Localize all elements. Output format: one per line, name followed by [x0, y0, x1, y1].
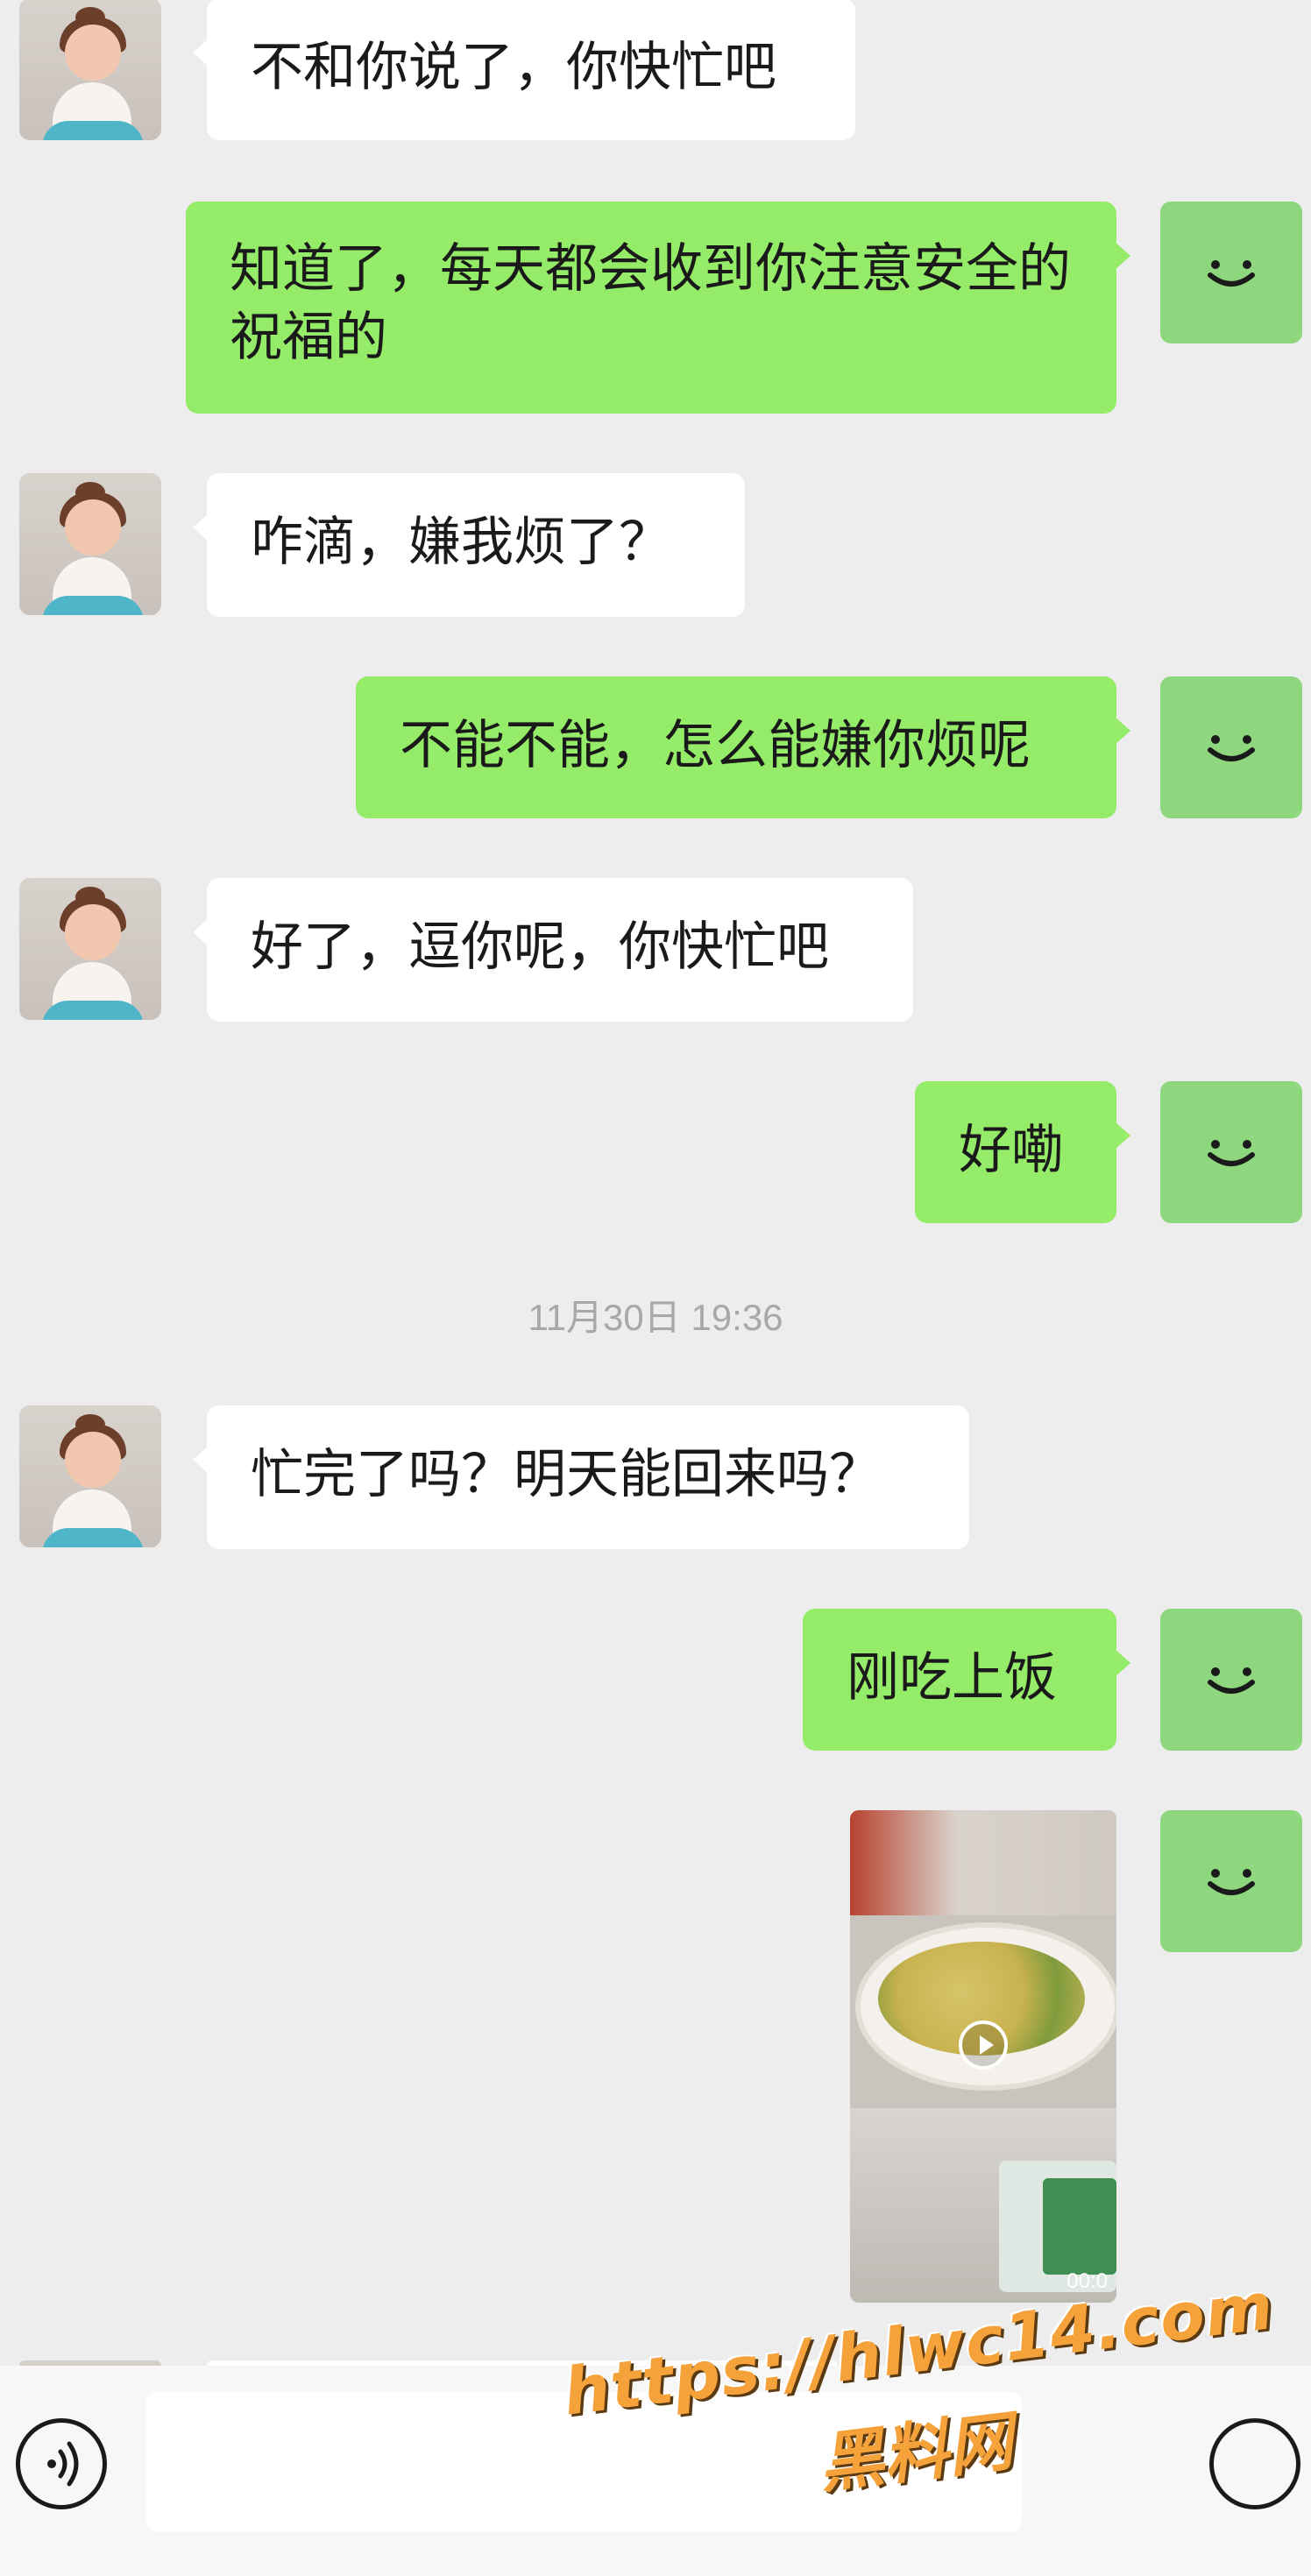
message-bubble-incoming[interactable]: 不和你说了，你快忙吧: [193, 0, 855, 140]
avatar-contact[interactable]: · · ·: [19, 473, 161, 615]
video-background: [850, 1810, 1116, 1915]
message-text: 不能不能，怎么能嫌你烦呢: [400, 715, 1031, 776]
smiley-face-icon: [1208, 735, 1255, 761]
avatar-skirt: [42, 1001, 144, 1020]
avatar-face: [65, 904, 121, 960]
message-bubble-outgoing[interactable]: 不能不能，怎么能嫌你烦呢: [356, 676, 1130, 818]
avatar-face: [65, 25, 121, 81]
video-bag-label: [1043, 2178, 1116, 2275]
avatar-self[interactable]: [1160, 1081, 1302, 1223]
message-bubble-outgoing[interactable]: 刚吃上饭: [803, 1609, 1130, 1751]
message-text: 刚吃上饭: [847, 1647, 1057, 1709]
avatar-skirt: [42, 1528, 144, 1547]
message-bubble-outgoing[interactable]: 知道了，每天都会收到你注意安全的祝福的: [186, 202, 1130, 414]
avatar-skirt: [42, 121, 144, 140]
message-bubble-outgoing[interactable]: 好嘞: [915, 1081, 1130, 1223]
avatar-face: [65, 499, 121, 556]
message-text: 好嘞: [959, 1120, 1064, 1181]
avatar-contact[interactable]: · · ·: [19, 878, 161, 1020]
message-text: 知道了，每天都会收到你注意安全的祝福的: [230, 238, 1071, 368]
message-bubble-incoming[interactable]: 忙完了吗？明天能回来吗？: [193, 1405, 969, 1549]
message-text: 不和你说了，你快忙吧: [251, 37, 776, 98]
avatar-self[interactable]: [1160, 1810, 1302, 1952]
play-icon[interactable]: [959, 2020, 1008, 2070]
smiley-face-icon: [1208, 260, 1255, 287]
avatar-self[interactable]: [1160, 676, 1302, 818]
voice-input-button[interactable]: [16, 2418, 107, 2509]
avatar-contact[interactable]: · · ·: [19, 1405, 161, 1547]
message-text: 咋滴，嫌我烦了？: [251, 512, 671, 573]
message-text: 忙完了吗？明天能回来吗？: [251, 1444, 882, 1505]
smiley-face-icon: [1208, 1667, 1255, 1694]
avatar-skirt: [42, 596, 144, 615]
chat-timestamp: 11月30日 19:36: [528, 1297, 783, 1338]
avatar-self[interactable]: [1160, 1609, 1302, 1751]
message-bubble-incoming[interactable]: 咋滴，嫌我烦了？: [193, 473, 745, 617]
smiley-face-icon: [1208, 1869, 1255, 1895]
message-text: 好了，逗你呢，你快忙吧: [251, 916, 829, 978]
smiley-face-icon: [1208, 1140, 1255, 1166]
avatar-contact[interactable]: [19, 0, 161, 140]
message-bubble-incoming[interactable]: 好了，逗你呢，你快忙吧: [193, 878, 913, 1022]
avatar-self[interactable]: [1160, 202, 1302, 343]
avatar-face: [65, 1432, 121, 1488]
voice-input-icon: [47, 2441, 79, 2487]
video-message-thumbnail[interactable]: 00:0: [850, 1810, 1116, 2303]
